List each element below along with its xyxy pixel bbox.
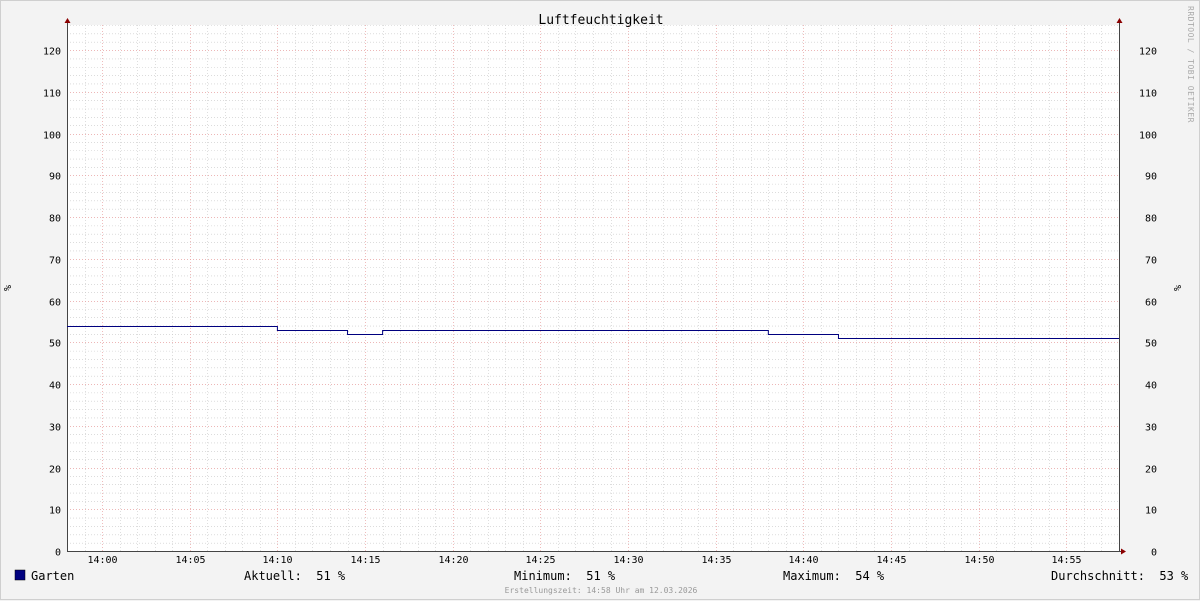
x-tick-labels: 14:00 14:05 14:10 14:15 14:20 14:25 14:30 14:35… — [87, 555, 1081, 566]
y-tick-label-right: 100 — [1139, 131, 1157, 142]
y-tick-label-right: 50 — [1145, 339, 1157, 350]
chart-frame: 0 10 20 30 40 50 60 70 80 90 100 110 120 0 10 20 30 40 50… — [0, 0, 1200, 600]
y-axis-arrow-left — [64, 18, 71, 23]
y-tick-label-right: 30 — [1145, 423, 1157, 434]
y-tick-labels-right: 0 10 20 30 40 50 60 70 80 90 100 110 120 — [1139, 47, 1157, 559]
y-axis-arrow-right — [1116, 18, 1123, 23]
y-tick-label-left: 120 — [43, 47, 61, 58]
y-tick-label-left: 70 — [49, 256, 61, 267]
footer-timestamp: Erstellungszeit: 14:58 Uhr am 12.03.2026 — [505, 586, 698, 595]
y-tick-label-right: 0 — [1151, 548, 1157, 559]
x-tick-label: 14:55 — [1051, 555, 1081, 566]
y-tick-label-right: 80 — [1145, 214, 1157, 225]
y-tick-label-right: 10 — [1145, 506, 1157, 517]
x-tick-label: 14:35 — [701, 555, 731, 566]
y-axis-label-right: % — [1173, 285, 1184, 291]
x-tick-label: 14:30 — [613, 555, 643, 566]
legend-aktuell: Aktuell: 51 % — [244, 569, 346, 583]
legend-durchschnitt: Durchschnitt: 53 % — [1051, 569, 1189, 583]
x-tick-label: 14:05 — [175, 555, 205, 566]
y-tick-label-left: 20 — [49, 465, 61, 476]
y-tick-label-left: 110 — [43, 89, 61, 100]
y-tick-label-left: 10 — [49, 506, 61, 517]
y-tick-label-right: 110 — [1139, 89, 1157, 100]
y-axis-label-left: % — [3, 285, 14, 291]
legend-maximum: Maximum: 54 % — [783, 569, 885, 583]
y-tick-label-left: 40 — [49, 381, 61, 392]
chart-canvas: 0 10 20 30 40 50 60 70 80 90 100 110 120 0 10 20 30 40 50… — [3, 6, 1195, 595]
x-tick-label: 14:00 — [87, 555, 117, 566]
y-tick-label-left: 100 — [43, 131, 61, 142]
x-tick-label: 14:20 — [438, 555, 468, 566]
x-tick-label: 14:50 — [964, 555, 994, 566]
legend-series-name: Garten — [31, 569, 74, 583]
y-tick-label-right: 70 — [1145, 256, 1157, 267]
legend-swatch — [14, 569, 26, 581]
y-tick-label-right: 90 — [1145, 172, 1157, 183]
x-axis-arrow — [1121, 548, 1126, 555]
x-tick-label: 14:45 — [876, 555, 906, 566]
y-tick-label-left: 80 — [49, 214, 61, 225]
y-tick-label-right: 40 — [1145, 381, 1157, 392]
legend-minimum: Minimum: 51 % — [514, 569, 616, 583]
chart-title: Luftfeuchtigkeit — [538, 13, 663, 28]
x-tick-label: 14:40 — [788, 555, 818, 566]
watermark: RRDTOOL / TOBI OETIKER — [1186, 6, 1195, 123]
y-tick-label-left: 30 — [49, 423, 61, 434]
x-tick-label: 14:15 — [350, 555, 380, 566]
y-tick-label-right: 60 — [1145, 298, 1157, 309]
y-tick-label-left: 0 — [55, 548, 61, 559]
y-tick-labels-left: 0 10 20 30 40 50 60 70 80 90 100 110 120 — [43, 47, 61, 559]
y-tick-label-right: 20 — [1145, 465, 1157, 476]
y-tick-label-left: 90 — [49, 172, 61, 183]
y-tick-label-left: 50 — [49, 339, 61, 350]
y-tick-label-right: 120 — [1139, 47, 1157, 58]
x-tick-label: 14:10 — [262, 555, 292, 566]
x-tick-label: 14:25 — [525, 555, 555, 566]
y-tick-label-left: 60 — [49, 298, 61, 309]
